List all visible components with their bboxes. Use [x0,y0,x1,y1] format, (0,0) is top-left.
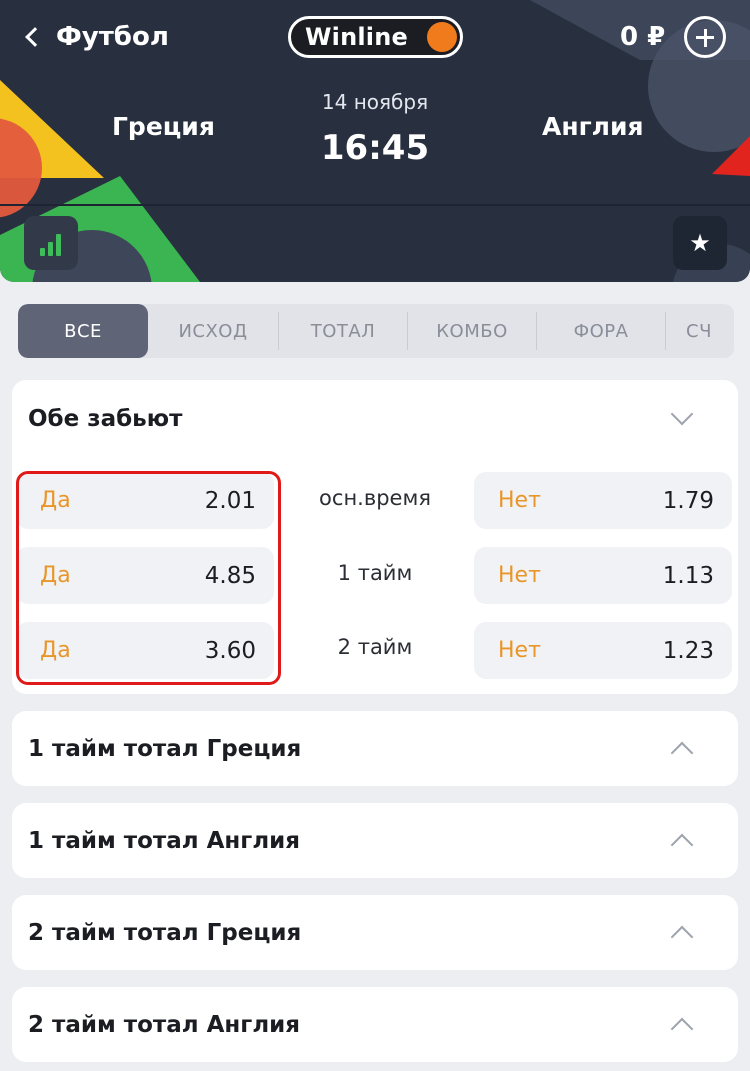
odds-no-first-half[interactable]: Нет 1.13 [474,547,732,604]
odds-label: Нет [498,638,541,663]
header-divider [0,204,750,206]
odds-yes-second-half[interactable]: Да 3.60 [16,622,274,679]
market-card-collapsed[interactable]: 1 тайм тотал Греция [12,711,738,786]
odds-label: Нет [498,488,541,513]
odds-value: 1.79 [662,488,714,514]
away-team: Англия [542,112,644,141]
period-label: 1 тайм [337,561,413,585]
chevron-up-icon[interactable] [670,833,694,857]
market-card-collapsed[interactable]: 2 тайм тотал Англия [12,987,738,1062]
favorite-button[interactable]: ★ [673,216,727,270]
odds-label: Да [40,488,71,513]
match-header: Футбол Winline 0 ₽ Греция 14 ноября 16:4… [0,0,750,282]
market-title: 1 тайм тотал Греция [28,736,302,762]
star-icon: ★ [689,229,711,257]
market-card-collapsed[interactable]: 1 тайм тотал Англия [12,803,738,878]
market-title: 2 тайм тотал Англия [28,1012,301,1038]
stats-bars-icon [40,234,61,256]
balance[interactable]: 0 ₽ [620,22,665,52]
back-button[interactable]: Футбол [22,22,169,52]
logo-text: Winline [305,23,409,51]
odds-value: 4.85 [204,563,256,589]
tab-all[interactable]: ВСЕ [18,304,148,358]
tab-total[interactable]: ТОТАЛ [279,304,407,358]
odds-no-fulltime[interactable]: Нет 1.79 [474,472,732,529]
deposit-plus-icon[interactable] [684,16,726,58]
market-card-collapsed[interactable]: 2 тайм тотал Греция [12,895,738,970]
odds-no-second-half[interactable]: Нет 1.23 [474,622,732,679]
chevron-down-icon[interactable] [670,402,694,426]
logo-dot-icon [427,22,457,52]
market-card-both-score: Обе забьют Да 2.01 осн.время Нет 1.79 Да… [12,380,738,694]
market-title: Обе забьют [28,406,183,432]
tab-score[interactable]: СЧ [666,304,732,358]
tab-combo[interactable]: КОМБО [408,304,536,358]
market-title: 2 тайм тотал Греция [28,920,302,946]
odds-label: Да [40,563,71,588]
stats-button[interactable] [24,216,78,270]
odds-yes-fulltime[interactable]: Да 2.01 [16,472,274,529]
winline-logo: Winline [288,16,463,58]
match-date: 14 ноября [321,90,429,114]
odds-value: 2.01 [204,488,256,514]
period-label: осн.время [319,486,431,510]
odds-value: 1.13 [662,563,714,589]
period-label: 2 тайм [337,635,413,659]
odds-value: 1.23 [662,638,714,664]
odds-yes-first-half[interactable]: Да 4.85 [16,547,274,604]
odds-value: 3.60 [204,638,256,664]
tab-handicap[interactable]: ФОРА [537,304,665,358]
chevron-up-icon[interactable] [670,1017,694,1041]
odds-label: Нет [498,563,541,588]
market-tabs: ВСЕ ИСХОД ТОТАЛ КОМБО ФОРА СЧ [18,304,734,358]
market-title: 1 тайм тотал Англия [28,828,301,854]
chevron-left-icon [25,27,45,47]
chevron-up-icon[interactable] [670,741,694,765]
chevron-up-icon[interactable] [670,925,694,949]
back-label: Футбол [56,22,169,52]
odds-label: Да [40,638,71,663]
tab-outcome[interactable]: ИСХОД [148,304,278,358]
